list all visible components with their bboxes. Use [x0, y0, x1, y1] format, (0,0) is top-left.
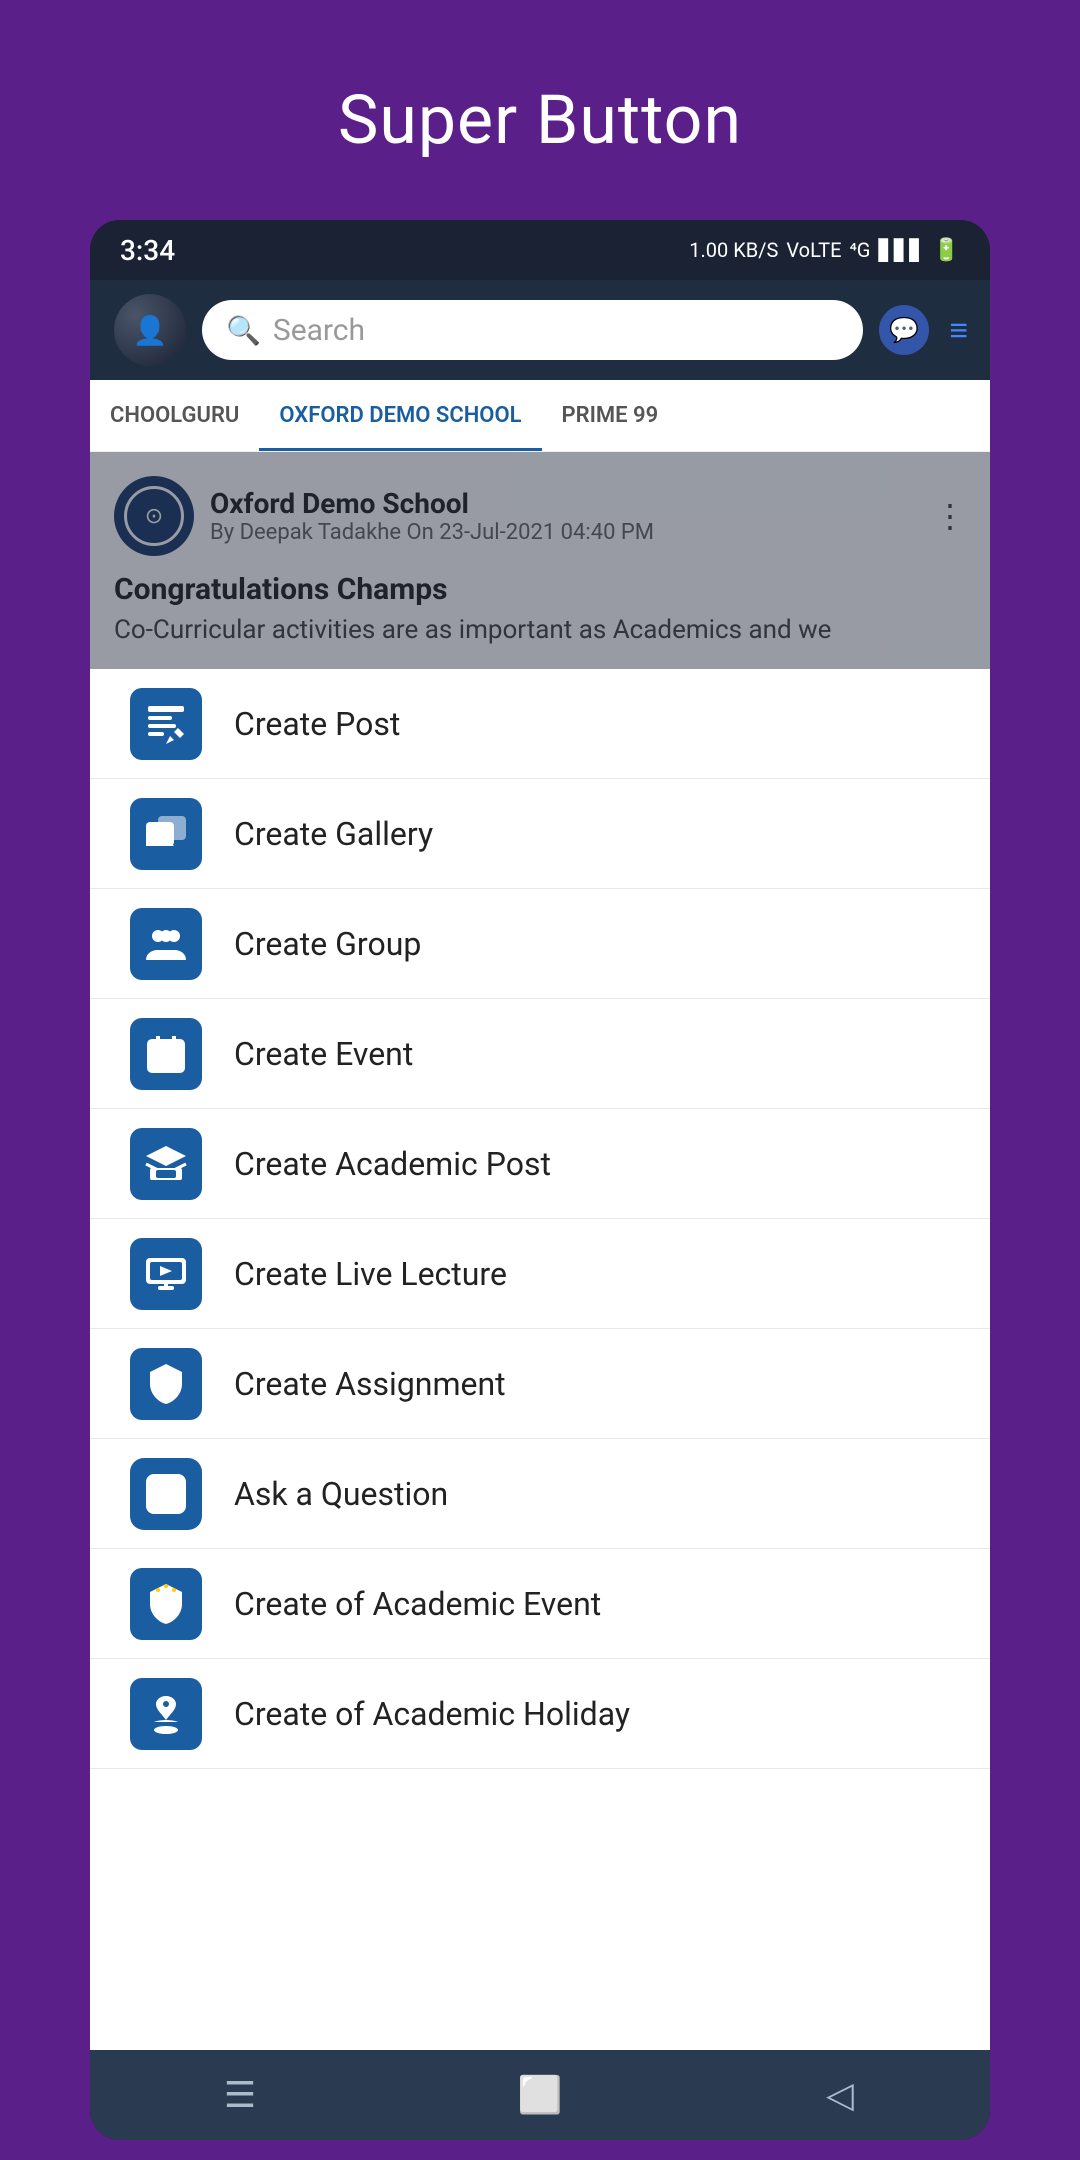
signal-bars-icon: ▋▋▋ — [878, 238, 924, 262]
create-gallery-icon-box — [130, 798, 202, 870]
create-assignment-icon-box — [130, 1348, 202, 1420]
tab-oxford[interactable]: OXFORD DEMO SCHOOL — [259, 380, 541, 451]
tabs-bar: CHOOLGURU OXFORD DEMO SCHOOL PRIME 99 — [90, 380, 990, 452]
create-group-icon — [142, 920, 190, 968]
create-academic-post-label: Create Academic Post — [234, 1145, 551, 1183]
bottom-navigation: ☰ ⬜ ◁ — [90, 2050, 990, 2140]
create-assignment-label: Create Assignment — [234, 1365, 506, 1403]
create-academic-event-icon — [142, 1580, 190, 1628]
menu-item-create-academic-event[interactable]: Create of Academic Event — [90, 1549, 990, 1659]
post-body: Co-Curricular activities are as importan… — [114, 615, 966, 645]
status-bar: 3:34 1.00 KB/S VoLTE ⁴G ▋▋▋ 🔋 — [90, 220, 990, 280]
search-bar[interactable]: 🔍 Search — [202, 300, 863, 360]
volte-icon: VoLTE — [786, 238, 841, 262]
create-academic-holiday-label: Create of Academic Holiday — [234, 1695, 630, 1733]
create-event-icon — [142, 1030, 190, 1078]
create-live-lecture-label: Create Live Lecture — [234, 1255, 507, 1293]
menu-item-ask-question[interactable]: ? Ask a Question — [90, 1439, 990, 1549]
menu-item-create-academic-post[interactable]: Create Academic Post — [90, 1109, 990, 1219]
create-academic-event-label: Create of Academic Event — [234, 1585, 601, 1623]
top-bar-icons: 💬 ≡ — [879, 305, 966, 355]
create-post-icon-box — [130, 688, 202, 760]
post-avatar: ⊙ — [114, 476, 194, 556]
avatar-image: 👤 — [114, 294, 186, 366]
menu-item-create-assignment[interactable]: Create Assignment — [90, 1329, 990, 1439]
create-academic-holiday-icon-box — [130, 1678, 202, 1750]
menu-item-create-event[interactable]: Create Event — [90, 999, 990, 1109]
create-academic-post-icon-box — [130, 1128, 202, 1200]
create-event-label: Create Event — [234, 1035, 413, 1073]
battery-icon: 🔋 — [933, 238, 960, 263]
nav-back-icon[interactable]: ◁ — [810, 2065, 870, 2125]
menu-item-create-group[interactable]: Create Group — [90, 889, 990, 999]
nav-menu-icon[interactable]: ☰ — [210, 2065, 270, 2125]
status-time: 3:34 — [120, 234, 175, 267]
tab-choolguru[interactable]: CHOOLGURU — [90, 380, 259, 451]
menu-item-create-live-lecture[interactable]: Create Live Lecture — [90, 1219, 990, 1329]
network-icon: ⁴G — [849, 238, 870, 262]
create-gallery-icon — [142, 810, 190, 858]
create-post-icon — [142, 700, 190, 748]
post-title: Congratulations Champs — [114, 572, 966, 607]
page-title: Super Button — [338, 80, 742, 160]
create-live-lecture-icon-box — [130, 1238, 202, 1310]
create-assignment-icon — [142, 1360, 190, 1408]
chat-icon[interactable]: 💬 — [879, 305, 929, 355]
nav-home-icon[interactable]: ⬜ — [510, 2065, 570, 2125]
signal-text: 1.00 KB/S — [689, 238, 778, 262]
create-academic-event-icon-box — [130, 1568, 202, 1640]
post-avatar-logo: ⊙ — [124, 486, 184, 546]
phone-frame: 3:34 1.00 KB/S VoLTE ⁴G ▋▋▋ 🔋 👤 🔍 Search… — [90, 220, 990, 2140]
create-group-icon-box — [130, 908, 202, 980]
ask-question-icon: ? — [142, 1470, 190, 1518]
create-post-label: Create Post — [234, 705, 400, 743]
create-academic-post-icon — [142, 1140, 190, 1188]
create-gallery-label: Create Gallery — [234, 815, 433, 853]
post-meta: By Deepak Tadakhe On 23-Jul-2021 04:40 P… — [210, 520, 918, 545]
create-group-label: Create Group — [234, 925, 421, 963]
menu-item-create-gallery[interactable]: Create Gallery — [90, 779, 990, 889]
super-button-menu: Create Post Create Gallery — [90, 669, 990, 2050]
ask-question-icon-box: ? — [130, 1458, 202, 1530]
top-bar: 👤 🔍 Search 💬 ≡ — [90, 280, 990, 380]
tab-prime99[interactable]: PRIME 99 — [542, 380, 679, 451]
create-academic-holiday-icon — [142, 1690, 190, 1738]
search-icon: 🔍 — [226, 314, 261, 347]
menu-item-create-post[interactable]: Create Post — [90, 669, 990, 779]
search-label: Search — [273, 313, 365, 348]
post-header: ⊙ Oxford Demo School By Deepak Tadakhe O… — [114, 476, 966, 556]
create-event-icon-box — [130, 1018, 202, 1090]
create-live-lecture-icon — [142, 1250, 190, 1298]
post-card: ⊙ Oxford Demo School By Deepak Tadakhe O… — [90, 452, 990, 669]
post-info: Oxford Demo School By Deepak Tadakhe On … — [210, 487, 918, 545]
status-icons: 1.00 KB/S VoLTE ⁴G ▋▋▋ 🔋 — [689, 238, 960, 263]
svg-text:?: ? — [158, 1474, 174, 1512]
post-school-name: Oxford Demo School — [210, 487, 918, 520]
menu-item-create-academic-holiday[interactable]: Create of Academic Holiday — [90, 1659, 990, 1769]
ask-question-label: Ask a Question — [234, 1475, 448, 1513]
avatar[interactable]: 👤 — [114, 294, 186, 366]
post-options-button[interactable]: ⋮ — [934, 497, 966, 535]
hamburger-icon[interactable]: ≡ — [949, 311, 966, 349]
